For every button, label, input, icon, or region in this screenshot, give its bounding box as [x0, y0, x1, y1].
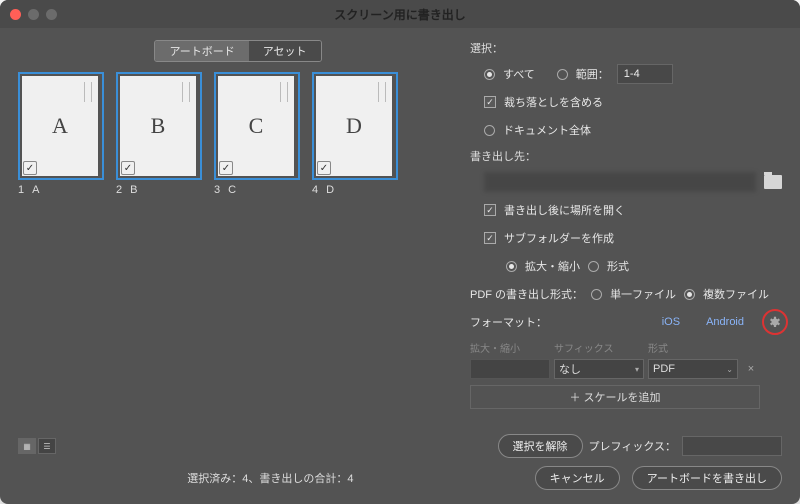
subfolders-label: サブフォルダーを作成: [504, 230, 614, 246]
exportto-label: 書き出し先：: [470, 148, 782, 164]
artboard-checkbox[interactable]: ✓: [219, 161, 233, 175]
radio-scale[interactable]: [506, 261, 517, 272]
grid-view-icon[interactable]: ▦: [18, 438, 36, 454]
prefix-label: プレフィックス：: [589, 438, 676, 454]
artboard-item[interactable]: C✓3C: [214, 72, 300, 196]
artboard-item[interactable]: A✓1A: [18, 72, 104, 196]
open-location-label: 書き出し後に場所を開く: [504, 202, 625, 218]
bleed-label: 裁ち落としを含める: [504, 94, 603, 110]
artboard-item[interactable]: D✓4D: [312, 72, 398, 196]
artboard-number: 3: [214, 184, 220, 196]
selection-label: 選択：: [470, 40, 782, 56]
scale-label: 拡大・縮小: [525, 258, 580, 274]
radio-format[interactable]: [588, 261, 599, 272]
artboard-item[interactable]: B✓2B: [116, 72, 202, 196]
chevron-down-icon: ▾: [635, 365, 639, 374]
all-label: すべて: [503, 66, 535, 82]
col-suffix: サフィックス: [554, 340, 644, 355]
gear-icon[interactable]: [768, 315, 782, 329]
radio-range[interactable]: [557, 69, 568, 80]
artboard-number: 4: [312, 184, 318, 196]
artboard-number: 2: [116, 184, 122, 196]
multi-file-label: 複数ファイル: [703, 286, 769, 302]
tab-group: アートボード アセット: [154, 40, 321, 62]
right-panel: 選択： すべて 範囲： 裁ち落としを含める ドキュメント全体 書き出し先：: [470, 40, 782, 409]
artboard-checkbox[interactable]: ✓: [23, 161, 37, 175]
chevron-down-icon: ⌄: [726, 365, 733, 374]
cancel-button[interactable]: キャンセル: [535, 466, 620, 490]
single-file-label: 単一ファイル: [610, 286, 676, 302]
checkbox-bleed[interactable]: [484, 96, 496, 108]
artboard-name: C: [228, 184, 236, 196]
bottom-bar: ▦ ☰ 選択を解除 プレフィックス： 選択済み：4、書き出しの合計：4 キャンセ…: [0, 434, 800, 490]
artboard-checkbox[interactable]: ✓: [121, 161, 135, 175]
radio-single-file[interactable]: [591, 289, 602, 300]
checkbox-open-location[interactable]: [484, 204, 496, 216]
export-button[interactable]: アートボードを書き出し: [632, 466, 782, 490]
deselect-button[interactable]: 選択を解除: [498, 434, 583, 458]
export-path-field[interactable]: [484, 172, 756, 192]
artboard-number: 1: [18, 184, 24, 196]
list-view-icon[interactable]: ☰: [38, 438, 56, 454]
export-dialog: スクリーン用に書き出し アートボード アセット A✓1AB✓2BC✓3CD✓4D…: [0, 0, 800, 504]
view-mode-group: ▦ ☰: [18, 438, 56, 454]
radio-multi-file[interactable]: [684, 289, 695, 300]
fulldoc-label: ドキュメント全体: [503, 122, 591, 138]
suffix-select[interactable]: なし▾: [554, 359, 644, 379]
format-label: 形式: [607, 258, 629, 274]
range-input[interactable]: [617, 64, 673, 84]
col-scale: 拡大・縮小: [470, 340, 550, 355]
preset-ios[interactable]: iOS: [662, 316, 680, 328]
window-title: スクリーン用に書き出し: [0, 6, 800, 23]
preset-android[interactable]: Android: [706, 316, 744, 328]
format-row-label: フォーマット：: [470, 314, 547, 330]
radio-fulldoc[interactable]: [484, 125, 495, 136]
artboard-name: B: [130, 184, 137, 196]
artboard-grid: A✓1AB✓2BC✓3CD✓4D: [18, 72, 458, 196]
remove-row-button[interactable]: ×: [742, 363, 760, 375]
format-table: 拡大・縮小 サフィックス 形式 なし▾ PDF⌄ × ＋ スケールを追加: [470, 340, 782, 409]
artboard-checkbox[interactable]: ✓: [317, 161, 331, 175]
status-text: 選択済み：4、書き出しの合計：4: [18, 470, 523, 486]
settings-gear-wrap: [768, 315, 782, 329]
pdf-format-label: PDF の書き出し形式：: [470, 286, 583, 302]
prefix-input[interactable]: [682, 436, 782, 456]
radio-all[interactable]: [484, 69, 495, 80]
scale-cell: [470, 359, 550, 379]
folder-icon[interactable]: [764, 175, 782, 189]
left-panel: アートボード アセット A✓1AB✓2BC✓3CD✓4D: [18, 40, 458, 409]
tab-artboards[interactable]: アートボード: [155, 41, 248, 61]
col-format: 形式: [648, 340, 738, 355]
range-label: 範囲：: [576, 66, 609, 82]
add-scale-button[interactable]: ＋ スケールを追加: [470, 385, 760, 409]
tab-assets[interactable]: アセット: [249, 41, 321, 61]
format-select[interactable]: PDF⌄: [648, 359, 738, 379]
artboard-name: A: [32, 184, 39, 196]
checkbox-subfolders[interactable]: [484, 232, 496, 244]
titlebar: スクリーン用に書き出し: [0, 0, 800, 28]
artboard-name: D: [326, 184, 334, 196]
